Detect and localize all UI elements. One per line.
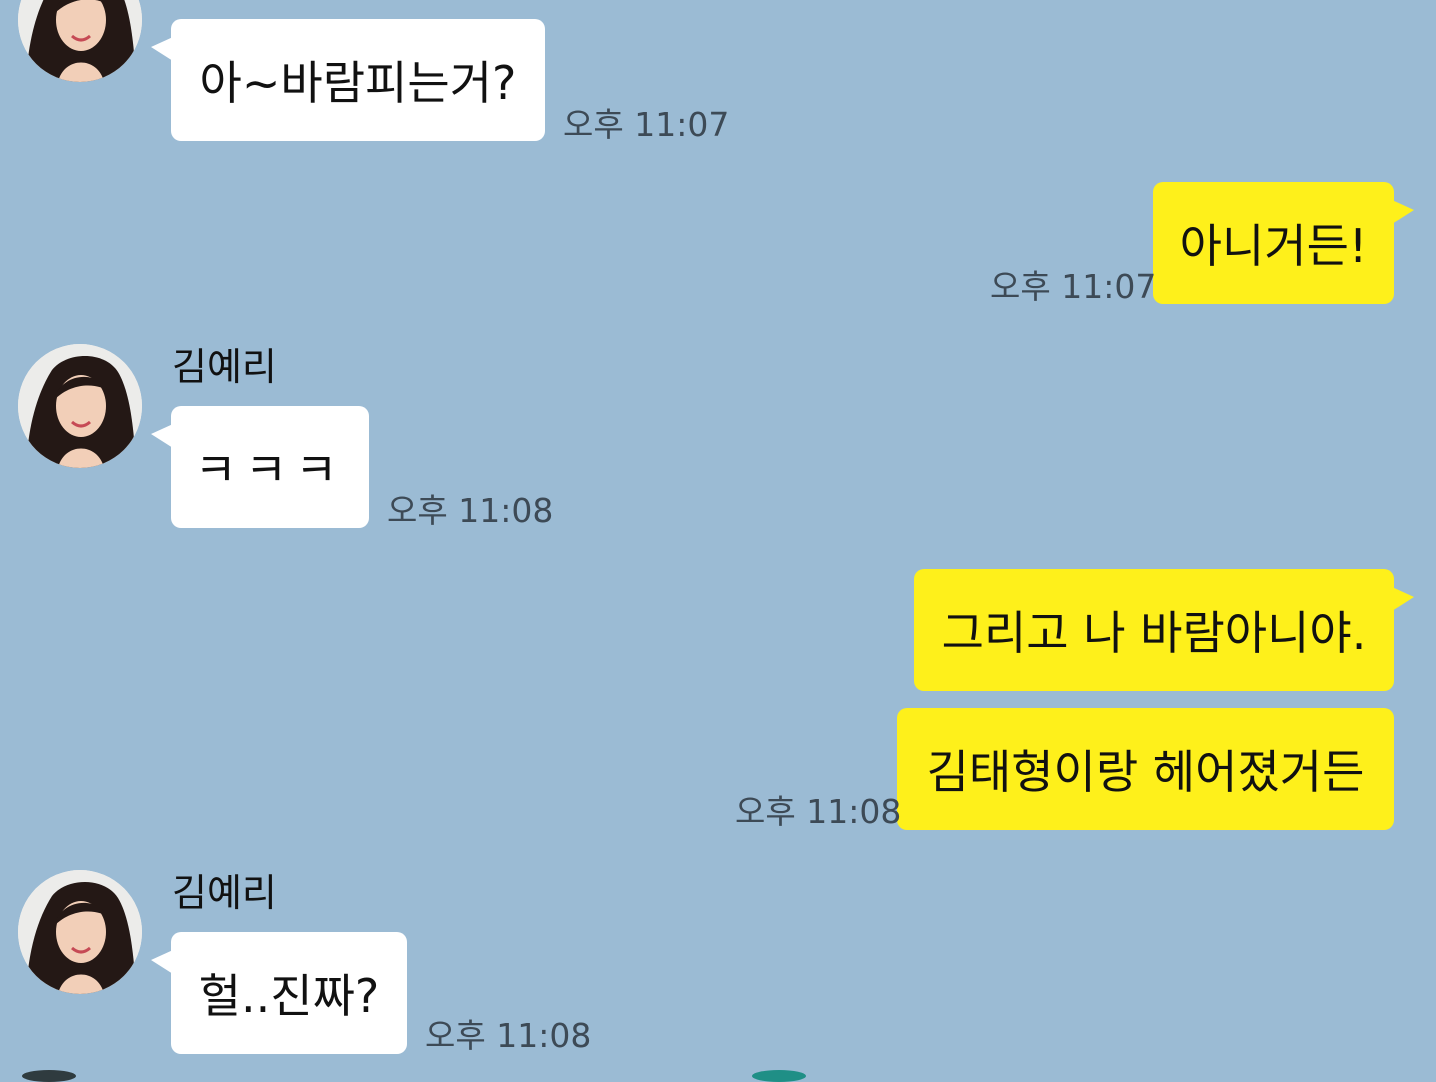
message-timestamp: 오후 11:07	[563, 105, 730, 144]
message-timestamp: 오후 11:08	[735, 792, 902, 831]
message-text: ㅋㅋㅋ	[194, 443, 346, 497]
message-text: 김태형이랑 헤어졌거든	[926, 745, 1365, 799]
message-text: 아~바람피는거?	[199, 56, 517, 110]
message-text: 헐..진짜?	[198, 969, 380, 1023]
message-bubble[interactable]: 헐..진짜?	[151, 932, 407, 1054]
message-bubble[interactable]: 김태형이랑 헤어졌거든	[897, 708, 1394, 830]
sender-name: 김예리	[172, 871, 277, 915]
message-text: 아니거든!	[1179, 219, 1368, 273]
avatar[interactable]	[18, 344, 142, 468]
message-bubble[interactable]: 아니거든!	[1153, 182, 1414, 304]
message-bubble[interactable]: 그리고 나 바람아니야.	[914, 569, 1414, 691]
avatar	[22, 1070, 76, 1082]
avatar[interactable]	[18, 870, 142, 994]
message-timestamp: 오후 11:08	[425, 1016, 592, 1055]
avatar	[752, 1070, 806, 1082]
message-bubble[interactable]: 아~바람피는거?	[151, 19, 545, 141]
message-bubble[interactable]: ㅋㅋㅋ	[151, 406, 369, 528]
sender-name: 김예리	[172, 345, 277, 389]
avatar[interactable]	[18, 0, 142, 82]
message-timestamp: 오후 11:08	[387, 491, 554, 530]
message-timestamp: 오후 11:07	[990, 267, 1157, 306]
message-text: 그리고 나 바람아니야.	[941, 606, 1367, 660]
